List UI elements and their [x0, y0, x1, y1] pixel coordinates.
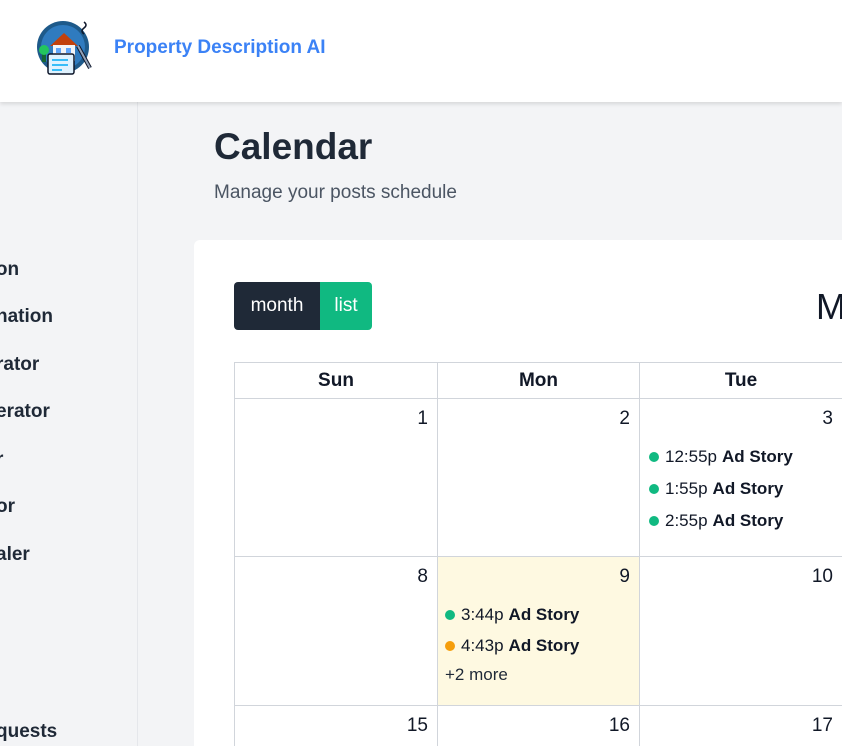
event-time: 2:55p	[665, 511, 708, 530]
event-title: Ad Story	[508, 636, 580, 655]
day-number[interactable]: 16	[609, 715, 630, 737]
event-dot-icon	[649, 452, 659, 462]
day-number[interactable]: 15	[407, 715, 428, 737]
view-toggle: month list	[234, 282, 372, 330]
day-number[interactable]: 1	[417, 408, 428, 430]
sidebar-item-erator[interactable]: erator	[0, 401, 50, 423]
month-view-button[interactable]: month	[234, 282, 320, 330]
event-time: 4:43p	[461, 636, 504, 655]
page-subtitle: Manage your posts schedule	[214, 182, 457, 203]
event-title: Ad Story	[722, 447, 793, 466]
day-number[interactable]: 10	[812, 566, 833, 588]
calendar-event[interactable]: 3:44p Ad Story	[445, 605, 579, 625]
calendar-event[interactable]: 4:43p Ad Story	[445, 636, 579, 656]
sidebar-item-or[interactable]: or	[0, 496, 15, 518]
day-cell[interactable]: 10	[639, 556, 842, 705]
calendar-event[interactable]: 2:55p Ad Story	[649, 511, 783, 531]
day-cell[interactable]: 8	[234, 556, 437, 705]
house-document-icon[interactable]	[34, 16, 96, 78]
day-cell[interactable]: 16	[437, 705, 639, 746]
day-number[interactable]: 9	[619, 566, 630, 588]
day-cell[interactable]: 2	[437, 398, 639, 556]
event-dot-icon	[649, 516, 659, 526]
top-header: Property Description AI	[0, 0, 842, 102]
weekday-header-tue: Tue	[639, 363, 842, 399]
event-title: Ad Story	[712, 511, 784, 530]
more-events-link[interactable]: +2 more	[445, 665, 508, 685]
sidebar-item-requests[interactable]: quests	[0, 721, 57, 743]
event-title: Ad Story	[508, 605, 580, 624]
sidebar-item-r[interactable]: r	[0, 449, 3, 471]
day-cell[interactable]: 15	[234, 705, 437, 746]
event-dot-icon	[445, 641, 455, 651]
day-number[interactable]: 17	[812, 715, 833, 737]
event-title: Ad Story	[712, 479, 784, 498]
day-cell[interactable]: 3 12:55p Ad Story 1:55p Ad Story 2:55p A…	[639, 398, 842, 556]
calendar-event[interactable]: 1:55p Ad Story	[649, 479, 783, 499]
calendar-event[interactable]: 12:55p Ad Story	[649, 447, 793, 467]
sidebar-item-description[interactable]: ription	[0, 259, 19, 281]
weekday-header-sun: Sun	[234, 363, 437, 399]
page-title: Calendar	[214, 126, 373, 167]
day-number[interactable]: 2	[619, 408, 630, 430]
event-time: 1:55p	[665, 479, 708, 498]
day-cell-today[interactable]: 9 3:44p Ad Story 4:43p Ad Story +2 more	[437, 556, 639, 705]
sidebar-item-rator[interactable]: rator	[0, 354, 39, 376]
weekday-header-mon: Mon	[437, 363, 639, 399]
event-dot-icon	[649, 484, 659, 494]
event-time: 3:44p	[461, 605, 504, 624]
app-title[interactable]: Property Description AI	[114, 37, 326, 59]
day-cell[interactable]: 1	[234, 398, 437, 556]
event-time: 12:55p	[665, 447, 717, 466]
list-view-button[interactable]: list	[320, 282, 372, 330]
sidebar: ription nation rator erator r or aler qu…	[0, 102, 138, 746]
day-number[interactable]: 3	[822, 408, 833, 430]
calendar-title: M	[816, 286, 842, 327]
weekday-header-row: Sun Mon Tue	[234, 362, 842, 399]
event-dot-icon	[445, 610, 455, 620]
sidebar-item-nation[interactable]: nation	[0, 306, 53, 328]
day-cell[interactable]: 17	[639, 705, 842, 746]
sidebar-item-aler[interactable]: aler	[0, 544, 30, 566]
day-number[interactable]: 8	[417, 566, 428, 588]
